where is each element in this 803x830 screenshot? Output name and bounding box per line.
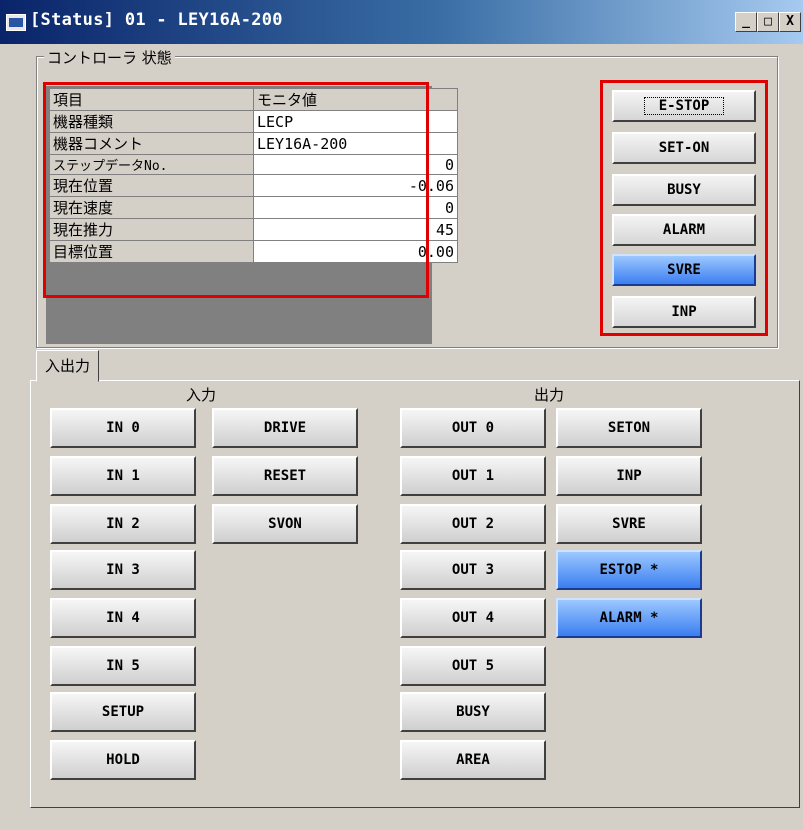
output-out5-button[interactable]: OUT 5 (400, 646, 546, 686)
output-out4-button[interactable]: OUT 4 (400, 598, 546, 638)
input-in5-button[interactable]: IN 5 (50, 646, 196, 686)
input-in3-button[interactable]: IN 3 (50, 550, 196, 590)
app-window-icon (6, 14, 26, 31)
controller-status-label: コントローラ 状態 (44, 47, 175, 68)
monitor-highlight-box (43, 82, 429, 298)
output-out2-button[interactable]: OUT 2 (400, 504, 546, 544)
output-out0-button[interactable]: OUT 0 (400, 408, 546, 448)
input-drive-button[interactable]: DRIVE (212, 408, 358, 448)
output-out1-button[interactable]: OUT 1 (400, 456, 546, 496)
window-title: [Status] 01 - LEY16A-200 (30, 10, 283, 30)
input-setup-button[interactable]: SETUP (50, 692, 196, 732)
minimize-button[interactable]: _ (735, 12, 757, 32)
output-seton-button[interactable]: SETON (556, 408, 702, 448)
tab-io[interactable]: 入出力 (36, 350, 100, 382)
input-in4-button[interactable]: IN 4 (50, 598, 196, 638)
close-button[interactable]: X (779, 12, 801, 32)
output-alarm-button[interactable]: ALARM * (556, 598, 702, 638)
output-estop-button[interactable]: ESTOP * (556, 550, 702, 590)
input-in2-button[interactable]: IN 2 (50, 504, 196, 544)
input-in0-button[interactable]: IN 0 (50, 408, 196, 448)
output-inp-button[interactable]: INP (556, 456, 702, 496)
status-window: [Status] 01 - LEY16A-200 _ □ X コントローラ 状態… (0, 0, 803, 830)
input-section-label: 入力 (186, 386, 217, 404)
input-hold-button[interactable]: HOLD (50, 740, 196, 780)
status-buttons-highlight-box (600, 80, 768, 336)
output-svre-button[interactable]: SVRE (556, 504, 702, 544)
input-svon-button[interactable]: SVON (212, 504, 358, 544)
input-reset-button[interactable]: RESET (212, 456, 358, 496)
output-area-button[interactable]: AREA (400, 740, 546, 780)
output-out3-button[interactable]: OUT 3 (400, 550, 546, 590)
input-in1-button[interactable]: IN 1 (50, 456, 196, 496)
maximize-button[interactable]: □ (757, 12, 779, 32)
title-bar: [Status] 01 - LEY16A-200 _ □ X (0, 0, 803, 44)
output-section-label: 出力 (534, 386, 565, 404)
output-busy-button[interactable]: BUSY (400, 692, 546, 732)
